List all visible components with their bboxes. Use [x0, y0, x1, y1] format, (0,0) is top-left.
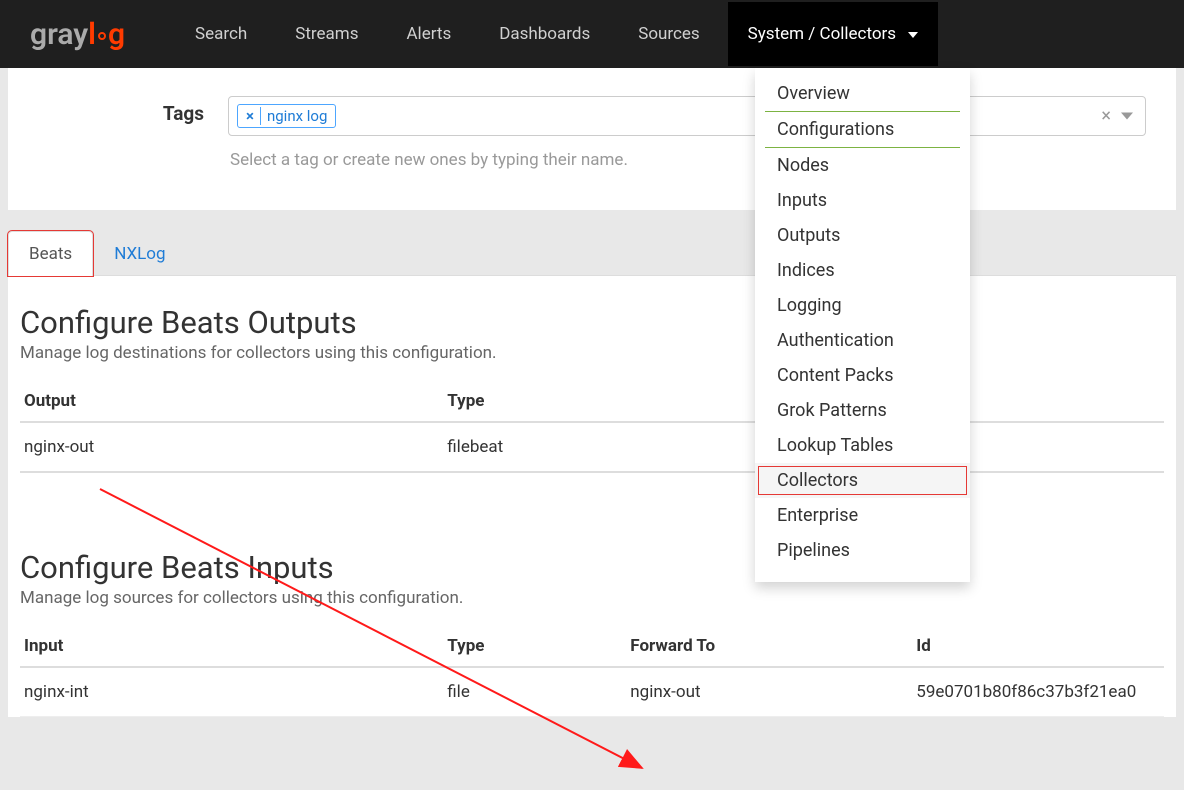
system-dropdown: Overview Configurations Nodes Inputs Out… [755, 68, 970, 582]
logo[interactable]: gray l g [30, 17, 125, 52]
table-row[interactable]: nginx-int file nginx-out 59e0701b80f86c3… [20, 667, 1164, 717]
inputs-header-forward: Forward To [626, 626, 912, 667]
tags-help-text: Select a tag or create new ones by typin… [230, 150, 1146, 170]
inputs-subtitle: Manage log sources for collectors using … [20, 588, 1164, 608]
logo-text-gray: gray [30, 17, 88, 52]
nav-dashboards[interactable]: Dashboards [499, 2, 590, 66]
dropdown-collectors[interactable]: Collectors [755, 463, 970, 498]
outputs-subtitle: Manage log destinations for collectors u… [20, 343, 1164, 363]
outputs-table: Output Type nginx-out filebeat [20, 381, 1164, 473]
tag-chip: × nginx log [237, 104, 336, 128]
input-id: 59e0701b80f86c37b3f21ea0 [912, 667, 1164, 717]
tags-section: Tags × nginx log × Select a tag or creat… [8, 68, 1176, 210]
tabs: Beats NXLog [8, 230, 1176, 275]
logo-dot-icon [98, 32, 106, 40]
dropdown-overview[interactable]: Overview [765, 76, 960, 112]
nav-alerts[interactable]: Alerts [406, 2, 451, 66]
inputs-title: Configure Beats Inputs [20, 549, 1164, 586]
nav-system-label: System / Collectors [748, 24, 896, 44]
dropdown-content-packs[interactable]: Content Packs [755, 358, 970, 393]
main-area: Beats NXLog Configure Beats Outputs Mana… [8, 230, 1176, 717]
dropdown-outputs[interactable]: Outputs [755, 218, 970, 253]
tags-clear-icon[interactable]: × [1101, 106, 1111, 127]
nav-sources[interactable]: Sources [638, 2, 699, 66]
nav-search[interactable]: Search [195, 2, 247, 66]
inputs-table: Input Type Forward To Id nginx-int file … [20, 626, 1164, 717]
tab-beats[interactable]: Beats [8, 231, 93, 276]
dropdown-authentication[interactable]: Authentication [755, 323, 970, 358]
tags-caret-icon[interactable] [1121, 113, 1133, 120]
dropdown-nodes[interactable]: Nodes [755, 148, 970, 183]
output-name: nginx-out [20, 422, 443, 472]
logo-text-g: g [108, 17, 125, 52]
tag-remove-icon[interactable]: × [246, 107, 261, 125]
tags-input[interactable]: × nginx log × [228, 96, 1146, 136]
outputs-header-output: Output [20, 381, 443, 422]
tags-label: Tags [38, 96, 228, 125]
input-name: nginx-int [20, 667, 443, 717]
dropdown-indices[interactable]: Indices [755, 253, 970, 288]
tab-nxlog[interactable]: NXLog [93, 231, 186, 276]
inputs-header-type: Type [443, 626, 626, 667]
nav-streams[interactable]: Streams [295, 2, 358, 66]
dropdown-pipelines[interactable]: Pipelines [755, 533, 970, 568]
inputs-header-input: Input [20, 626, 443, 667]
outputs-title: Configure Beats Outputs [20, 304, 1164, 341]
dropdown-enterprise[interactable]: Enterprise [755, 498, 970, 533]
input-forward: nginx-out [626, 667, 912, 717]
navbar: gray l g Search Streams Alerts Dashboard… [0, 0, 1184, 68]
caret-down-icon [908, 32, 918, 38]
nav-system-collectors[interactable]: System / Collectors [728, 2, 939, 66]
dropdown-grok-patterns[interactable]: Grok Patterns [755, 393, 970, 428]
tag-chip-text: nginx log [267, 107, 327, 125]
logo-text-l: l [88, 17, 96, 52]
dropdown-lookup-tables[interactable]: Lookup Tables [755, 428, 970, 463]
dropdown-inputs[interactable]: Inputs [755, 183, 970, 218]
inputs-header-id: Id [912, 626, 1164, 667]
nav-items: Search Streams Alerts Dashboards Sources… [195, 2, 918, 66]
input-type: file [443, 667, 626, 717]
dropdown-logging[interactable]: Logging [755, 288, 970, 323]
dropdown-configurations[interactable]: Configurations [765, 112, 960, 148]
panel: Configure Beats Outputs Manage log desti… [8, 275, 1176, 717]
table-row[interactable]: nginx-out filebeat [20, 422, 1164, 472]
